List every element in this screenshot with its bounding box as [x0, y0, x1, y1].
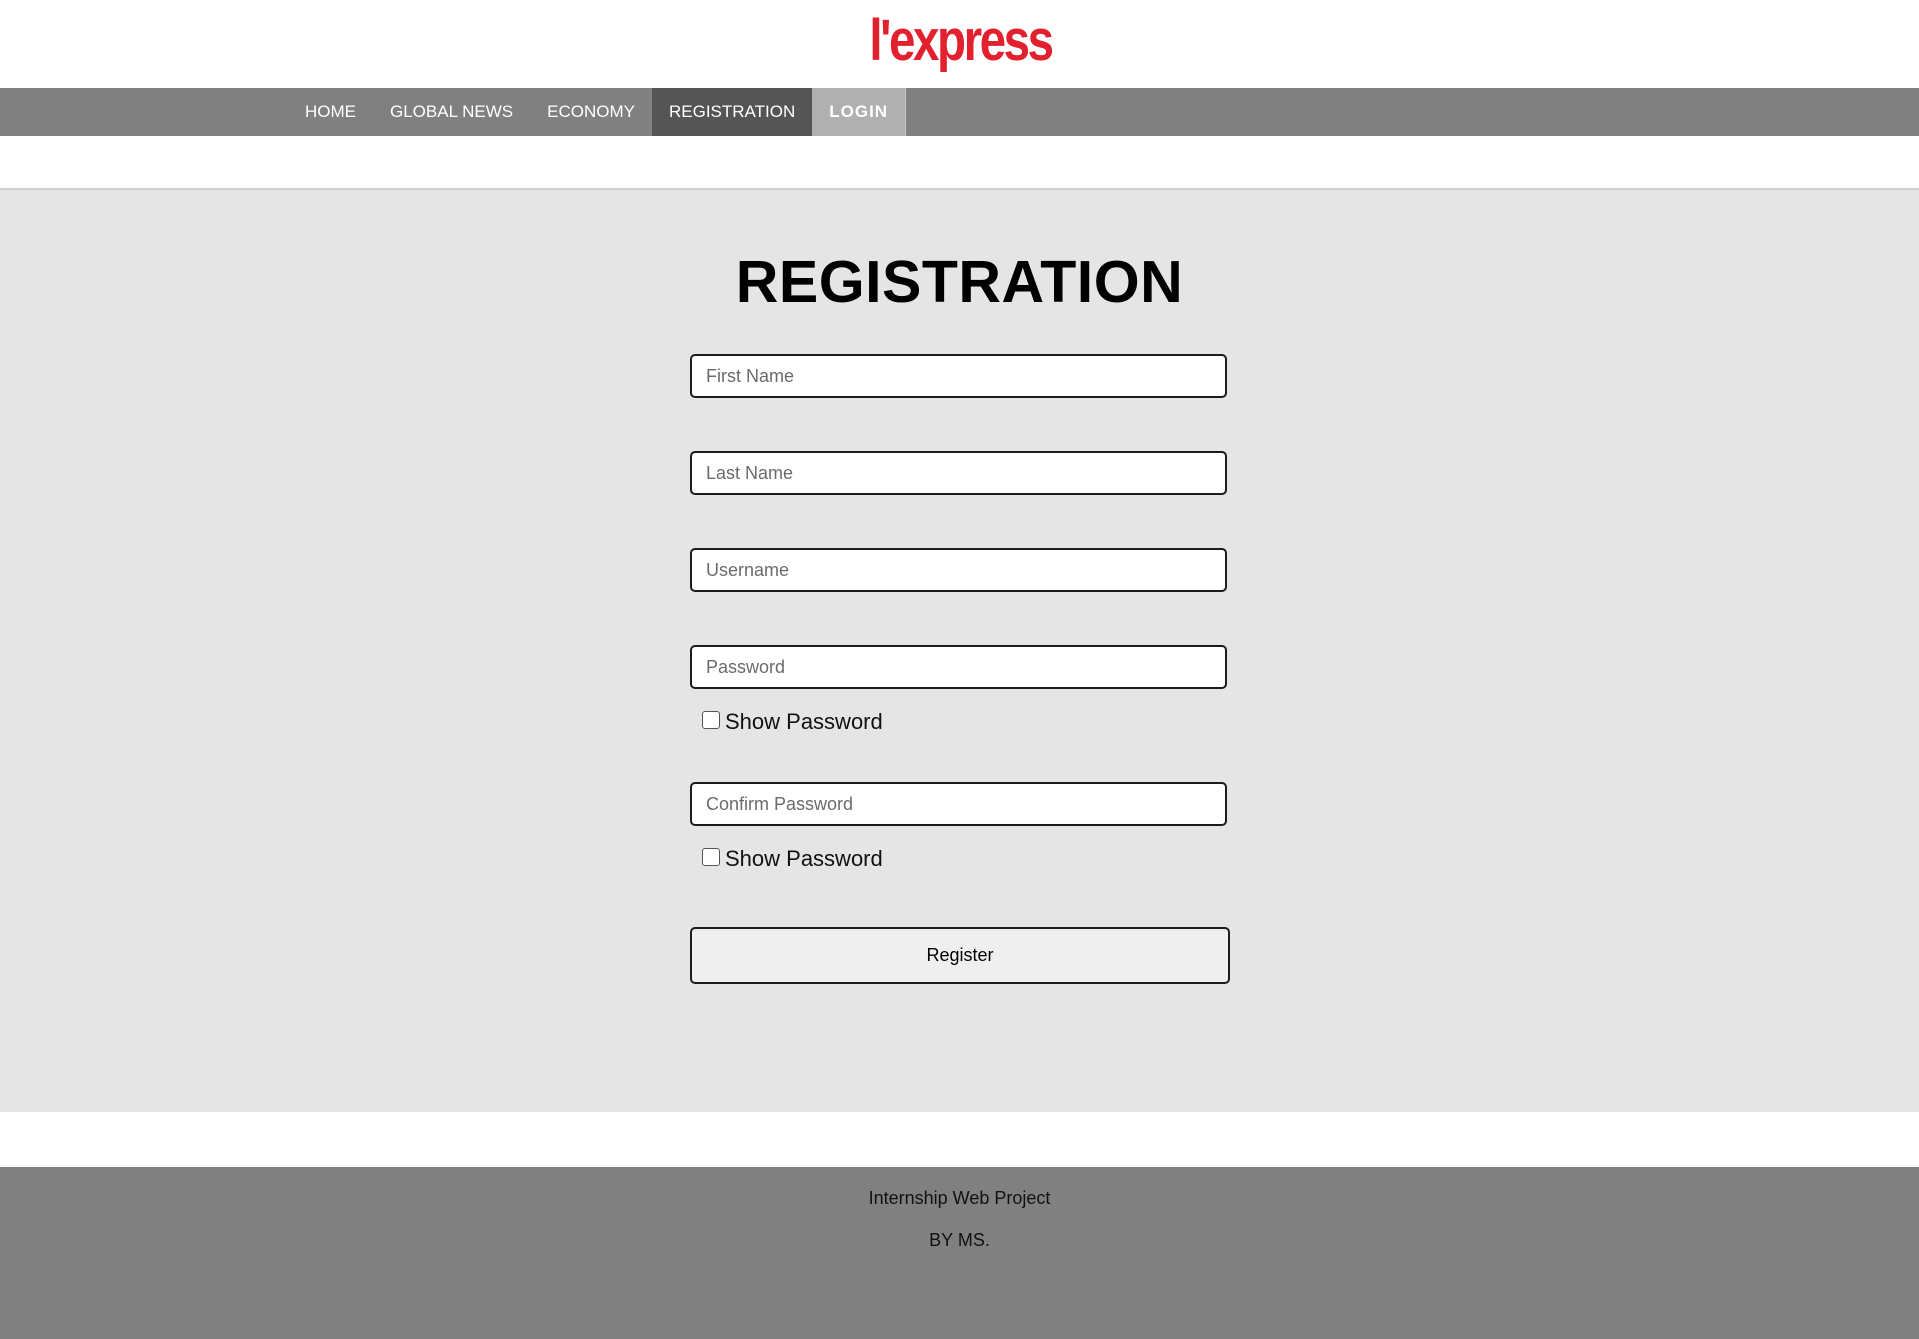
registration-section: REGISTRATION Show Password Show Password… [0, 190, 1919, 1112]
site-footer: Internship Web Project BY MS. [0, 1167, 1919, 1339]
footer-author-text: BY MS. [929, 1230, 990, 1250]
nav-item-economy[interactable]: ECONOMY [530, 88, 652, 136]
site-header: l'express [0, 0, 1919, 88]
show-password-checkbox[interactable] [702, 711, 720, 729]
nav-items: HOME GLOBAL NEWS ECONOMY REGISTRATION LO… [288, 88, 907, 136]
logo-text: l'express [869, 8, 1054, 73]
password-input[interactable] [690, 645, 1227, 689]
register-button[interactable]: Register [690, 927, 1230, 984]
nav-item-global-news[interactable]: GLOBAL NEWS [373, 88, 530, 136]
show-password-row[interactable]: Show Password [702, 709, 883, 735]
first-name-input[interactable] [690, 354, 1227, 398]
confirm-password-input[interactable] [690, 782, 1227, 826]
footer-project-text: Internship Web Project [868, 1188, 1051, 1208]
nav-item-home[interactable]: HOME [288, 88, 373, 136]
show-confirm-password-row[interactable]: Show Password [702, 846, 883, 872]
nav-item-registration[interactable]: REGISTRATION [651, 88, 813, 136]
nav-item-login[interactable]: LOGIN [812, 88, 907, 136]
show-confirm-password-checkbox[interactable] [702, 848, 720, 866]
lexpress-logo[interactable]: l'express [869, 8, 1054, 74]
username-input[interactable] [690, 548, 1227, 592]
show-password-label: Show Password [725, 709, 883, 734]
page-title: REGISTRATION [735, 249, 1184, 315]
main-nav: HOME GLOBAL NEWS ECONOMY REGISTRATION LO… [0, 88, 1919, 136]
last-name-input[interactable] [690, 451, 1227, 495]
show-confirm-password-label: Show Password [725, 846, 883, 871]
